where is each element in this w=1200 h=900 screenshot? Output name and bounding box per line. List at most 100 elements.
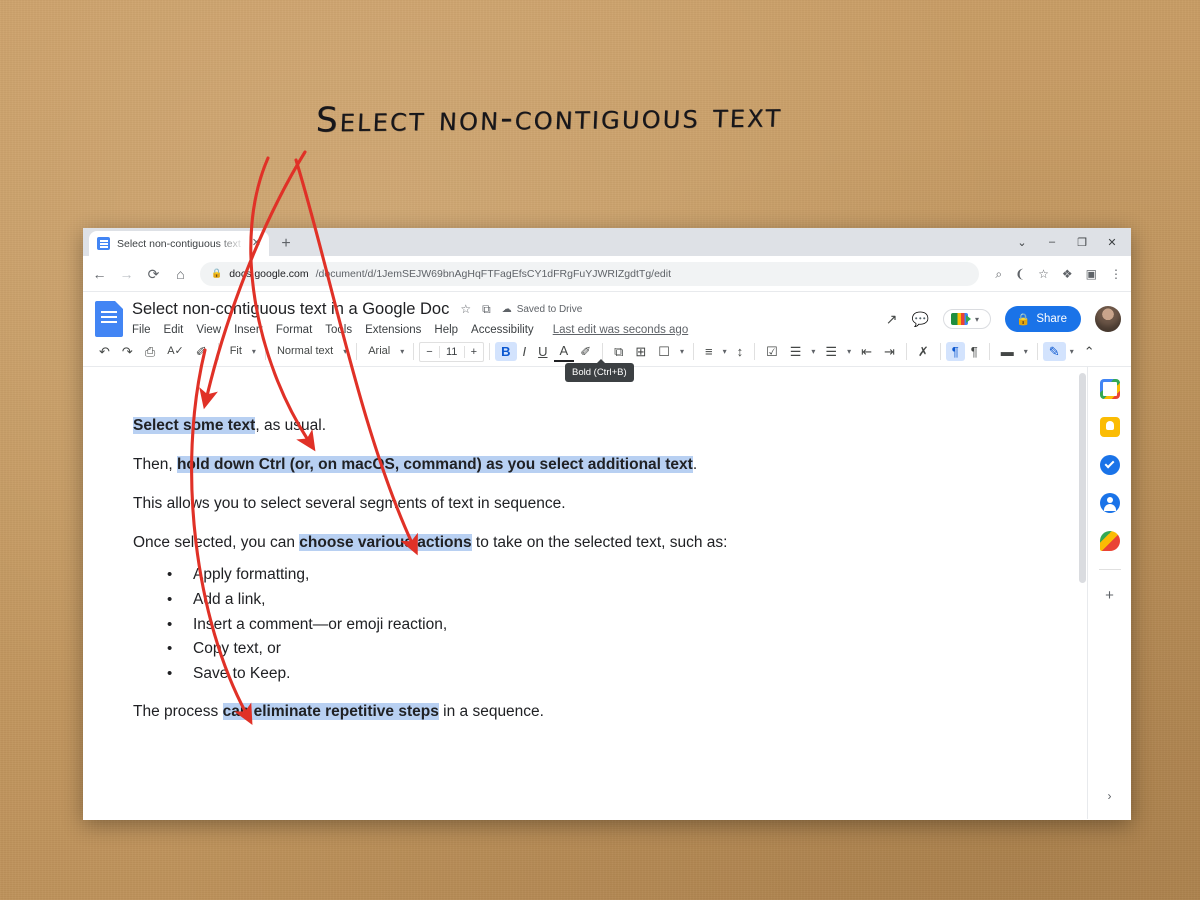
page-break-before-button[interactable]: ¶ (945, 342, 965, 361)
minimize-icon[interactable]: – (1037, 236, 1067, 248)
edit-mode-button[interactable]: ✎ (1042, 342, 1066, 361)
add-comment-button[interactable]: ⊞ (629, 342, 652, 361)
tab-strip: Select non-contiguous text in a G ✕ + ⌄ … (83, 228, 1131, 256)
menu-edit[interactable]: Edit (164, 324, 184, 336)
chevron-down-icon[interactable]: ▾ (1066, 347, 1078, 356)
highlight-pen-button[interactable]: ✐ (574, 342, 597, 361)
spellcheck-button[interactable]: A✓ (161, 343, 190, 360)
font-size-value[interactable]: 11 (438, 345, 465, 358)
zoom-value[interactable]: Fit (224, 343, 248, 360)
decrease-indent-button[interactable]: ⇤ (855, 342, 878, 361)
document-page[interactable]: Select some text, as usual. Then, hold d… (83, 367, 1087, 819)
google-maps-icon[interactable] (1099, 531, 1120, 551)
menu-format[interactable]: Format (276, 324, 312, 336)
document-title[interactable]: Select non-contiguous text in a Google D… (132, 300, 449, 319)
menu-file[interactable]: File (132, 324, 151, 336)
share-icon[interactable]: ❨ (1015, 268, 1025, 280)
undo-button[interactable]: ↶ (93, 342, 116, 361)
star-icon[interactable]: ☆ (460, 303, 471, 315)
google-tasks-icon[interactable] (1099, 455, 1120, 475)
print-button[interactable]: ⎙ (139, 342, 161, 361)
menu-insert[interactable]: Insert (234, 324, 263, 336)
redo-button[interactable]: ↷ (116, 342, 139, 361)
insert-image-button[interactable]: ☐ (652, 342, 676, 361)
last-edit-label[interactable]: Last edit was seconds ago (553, 324, 689, 336)
zoom-icon[interactable]: ⌕ (995, 268, 1002, 280)
collapse-toolbar-button[interactable]: ⌃ (1078, 342, 1101, 361)
menu-extensions[interactable]: Extensions (365, 324, 421, 336)
numbered-list-button[interactable]: ☰ (819, 342, 843, 361)
menu-view[interactable]: View (196, 324, 221, 336)
reload-icon[interactable]: ⟳ (146, 267, 161, 281)
line-spacing-button[interactable]: ↕ (731, 342, 750, 361)
move-to-folder-icon[interactable]: ⧉ (482, 303, 491, 315)
new-tab-button[interactable]: + (275, 236, 297, 252)
italic-button[interactable]: I (517, 342, 533, 361)
chevron-down-icon[interactable]: ▾ (1020, 347, 1032, 356)
chevron-down-icon[interactable]: ▾ (396, 347, 408, 356)
toolbar-divider (692, 343, 694, 360)
chevron-down-icon[interactable]: ▾ (339, 347, 351, 356)
docs-title-row: Select non-contiguous text in a Google D… (132, 298, 886, 320)
share-button[interactable]: 🔒 Share (1004, 306, 1081, 332)
text-color-button[interactable]: A (553, 341, 575, 362)
paragraph-style-value[interactable]: Normal text (271, 343, 339, 360)
bold-button[interactable]: B (495, 342, 517, 361)
insert-link-button[interactable]: ⧉ (608, 342, 629, 361)
toolbar-divider (356, 343, 358, 360)
expand-panel-icon[interactable]: › (1108, 789, 1112, 803)
side-panel-icon[interactable]: ▣ (1086, 268, 1097, 280)
comment-icon[interactable]: 💬 (912, 312, 929, 326)
chevron-down-icon[interactable]: ▾ (719, 347, 731, 356)
highlighted-text: can eliminate repetitive steps (222, 702, 439, 720)
font-family-value[interactable]: Arial (362, 343, 396, 360)
document-scrollbar[interactable] (1079, 373, 1086, 583)
font-size-increase[interactable]: + (465, 346, 483, 358)
font-size-stepper[interactable]: − 11 + (419, 341, 485, 362)
checklist-button[interactable]: ☑ (760, 342, 784, 361)
highlight-color-button[interactable]: ▬ (995, 342, 1020, 361)
close-icon[interactable]: ✕ (252, 238, 261, 249)
clear-formatting-button[interactable]: ✗ (912, 342, 935, 361)
paint-format-button[interactable]: ✐ (190, 342, 213, 361)
google-meet-button[interactable]: ▾ (942, 309, 991, 329)
docs-toolbar: ↶ ↷ ⎙ A✓ ✐ Fit ▾ Normal text ▾ Arial ▾ −… (83, 337, 1131, 382)
address-bar[interactable]: 🔒 docs.google.com/document/d/1JemSEJW69b… (200, 261, 980, 286)
underline-button[interactable]: U (532, 342, 553, 361)
menu-accessibility[interactable]: Accessibility (471, 324, 534, 336)
google-keep-icon[interactable] (1099, 417, 1120, 437)
toolbar-divider (217, 343, 219, 360)
close-window-icon[interactable]: ✕ (1097, 236, 1127, 249)
paragraph-5: The process can eliminate repetitive ste… (133, 701, 1027, 723)
paragraph-5-lead: The process (133, 702, 223, 720)
page-break-after-button[interactable]: ¶ (965, 342, 984, 361)
font-size-decrease[interactable]: − (420, 346, 438, 358)
back-icon[interactable]: ← (92, 267, 107, 281)
align-button[interactable]: ≡ (699, 342, 719, 361)
chevron-down-icon[interactable]: ▾ (843, 347, 855, 356)
handwritten-caption: Select non-contiguous text (315, 95, 784, 141)
home-icon[interactable]: ⌂ (173, 267, 188, 281)
avatar[interactable] (1095, 306, 1121, 332)
menu-tools[interactable]: Tools (325, 324, 352, 336)
browser-tab[interactable]: Select non-contiguous text in a G ✕ (89, 231, 269, 256)
extensions-icon[interactable]: ❖ (1062, 268, 1073, 280)
bookmark-star-icon[interactable]: ☆ (1038, 268, 1049, 280)
menu-help[interactable]: Help (434, 324, 458, 336)
chevron-down-icon[interactable]: ▾ (248, 347, 260, 356)
trending-up-icon[interactable]: ↗ (886, 312, 898, 326)
toolbar-divider (905, 343, 907, 360)
save-status: ☁ Saved to Drive (502, 304, 583, 315)
bulleted-list-button[interactable]: ☰ (784, 342, 808, 361)
google-contacts-icon[interactable] (1099, 493, 1120, 513)
more-menu-icon[interactable]: ⋮ (1110, 268, 1122, 280)
increase-indent-button[interactable]: ⇥ (878, 342, 901, 361)
chevron-down-icon[interactable]: ⌄ (1007, 236, 1037, 249)
google-calendar-icon[interactable] (1099, 379, 1120, 399)
forward-icon[interactable]: → (119, 267, 134, 281)
maximize-icon[interactable]: ❐ (1067, 236, 1097, 249)
add-addon-button[interactable]: + (1105, 588, 1114, 603)
chevron-down-icon[interactable]: ▾ (807, 347, 819, 356)
google-docs-favicon (97, 237, 110, 250)
chevron-down-icon[interactable]: ▾ (676, 347, 688, 356)
